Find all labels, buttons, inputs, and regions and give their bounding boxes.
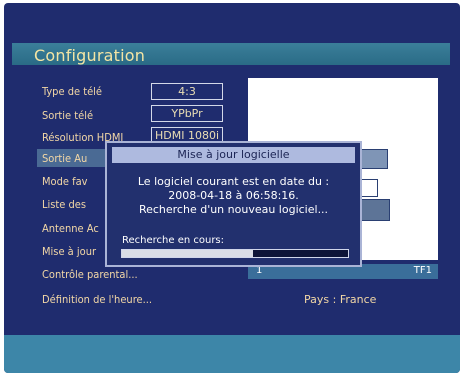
progress-fill: [122, 250, 254, 257]
page-title: Configuration: [34, 46, 146, 65]
tv-output-value[interactable]: YPbPr: [151, 105, 223, 122]
progress-bar: [121, 249, 349, 258]
progress-label: Recherche en cours:: [122, 235, 225, 246]
menu-item-list[interactable]: Liste des: [42, 198, 86, 211]
search-status-text: Recherche d'un nouveau logiciel...: [138, 203, 329, 216]
menu-item-tv-output[interactable]: Sortie télé: [42, 109, 93, 122]
tv-type-value[interactable]: 4:3: [151, 83, 223, 100]
dialog-title: Mise à jour logicielle: [112, 147, 355, 163]
menu-item-time-setting[interactable]: Définition de l'heure...: [42, 293, 152, 306]
software-date-text: 2008-04-18 à 06:58:16.: [168, 189, 299, 202]
tv-screen: Configuration Type de télé Sortie télé R…: [4, 3, 460, 373]
country-label: Pays : France: [304, 293, 377, 306]
menu-item-audio-output[interactable]: Sortie Au: [42, 152, 87, 165]
bottom-bar: [4, 335, 460, 373]
menu-item-fav-mode[interactable]: Mode fav: [42, 175, 88, 188]
software-update-dialog: Mise à jour logicielle Le logiciel coura…: [105, 141, 362, 267]
channel-name: TF1: [413, 265, 432, 276]
menu-item-parental-control[interactable]: Contrôle parental...: [42, 268, 138, 281]
menu-item-antenna[interactable]: Antenne Ac: [42, 222, 99, 235]
menu-item-update[interactable]: Mise à jour: [42, 245, 96, 258]
menu-item-tv-type[interactable]: Type de télé: [42, 85, 102, 98]
current-software-text: Le logiciel courant est en date du :: [137, 175, 330, 188]
